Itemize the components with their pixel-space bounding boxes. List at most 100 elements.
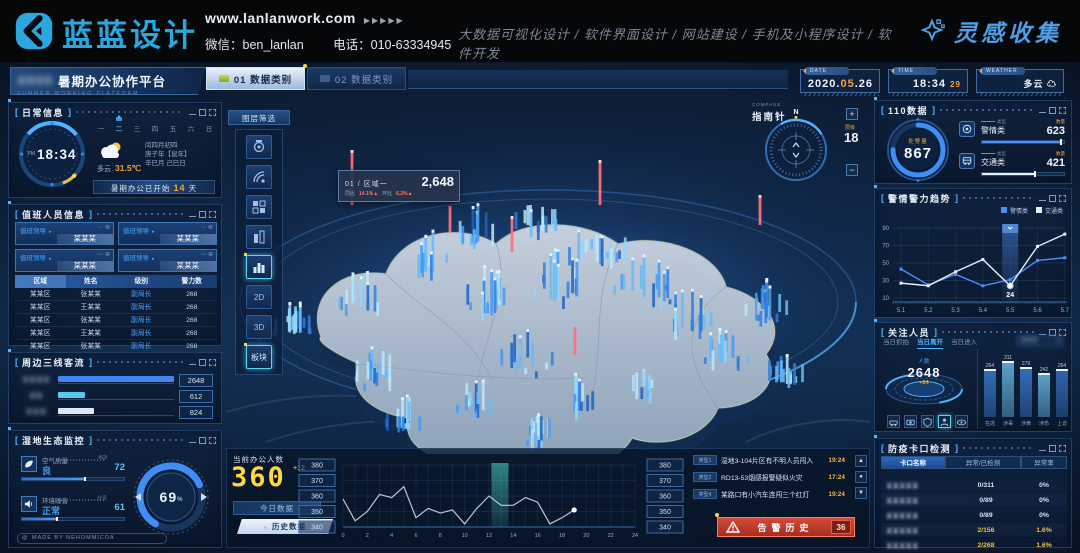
sparkle-icon bbox=[920, 18, 946, 44]
alert-row[interactable]: 类型4某路口有小汽车连闯三个红灯19:24 bbox=[693, 487, 845, 501]
traffic-bar bbox=[981, 172, 1065, 176]
top-banner: 蓝蓝设计 www.lanlanwork.com▶▶▶▶▶ 微信：ben_lanl… bbox=[0, 0, 1080, 62]
scroll-down-icon[interactable]: ▼ bbox=[855, 487, 867, 499]
eye-icon[interactable] bbox=[955, 415, 968, 428]
svg-text:360: 360 bbox=[659, 494, 671, 501]
car-icon[interactable] bbox=[887, 415, 900, 428]
checkpoint-header-0[interactable]: 卡口名称 bbox=[881, 456, 945, 469]
window-icon[interactable] bbox=[1049, 445, 1056, 452]
layer-button-3D[interactable]: 3D bbox=[246, 315, 272, 339]
minimize-icon[interactable] bbox=[189, 211, 196, 217]
alert-row[interactable]: 类型2RD13-53烟感报警疑似火灾17:24 bbox=[693, 470, 845, 484]
card-options-icon[interactable]: ⋯ ⊗ bbox=[200, 224, 213, 231]
minimize-icon[interactable] bbox=[1039, 329, 1046, 335]
minimize-icon[interactable] bbox=[189, 359, 196, 365]
layer-button-signal[interactable] bbox=[246, 165, 272, 189]
alert-type-badge: 类型1 bbox=[693, 455, 717, 465]
card-options-icon[interactable]: ⋯ ⊗ bbox=[97, 224, 110, 231]
minimize-icon[interactable] bbox=[189, 109, 196, 115]
minimize-icon[interactable] bbox=[1039, 445, 1046, 451]
window-icon[interactable] bbox=[1049, 195, 1056, 202]
scroll-dot-icon[interactable]: ● bbox=[855, 471, 867, 483]
svg-text:380: 380 bbox=[659, 463, 671, 470]
table-cell: 副局长 bbox=[116, 301, 167, 314]
person-icon[interactable] bbox=[938, 415, 951, 428]
expand-icon[interactable] bbox=[209, 437, 216, 444]
table-header-row: 区域姓名级别警力数 bbox=[15, 275, 217, 288]
checkpoint-header-1[interactable]: 异常/已检测 bbox=[945, 456, 1021, 469]
website-link[interactable]: www.lanlanwork.com bbox=[205, 10, 356, 26]
expand-icon[interactable] bbox=[1059, 195, 1066, 202]
office-count-value: 360 bbox=[231, 462, 286, 493]
flow-label: 某某某某 bbox=[19, 375, 53, 385]
window-icon[interactable] bbox=[199, 211, 206, 218]
shield-icon[interactable] bbox=[921, 415, 934, 428]
layer-button-camera[interactable] bbox=[246, 135, 272, 159]
window-controls bbox=[1039, 107, 1066, 114]
lanlan-logo-icon[interactable] bbox=[14, 11, 54, 51]
duty-leader-card[interactable]: 值班领导⋯ ⊗某某某 bbox=[15, 249, 114, 272]
logo-text[interactable]: 蓝蓝设计 bbox=[62, 10, 198, 55]
card-options-icon[interactable]: ⋯ ⊗ bbox=[200, 251, 213, 258]
bar: 279涉黄 bbox=[1020, 367, 1032, 417]
minimize-icon[interactable] bbox=[189, 437, 196, 443]
filter-dropdown[interactable]: 某某某 bbox=[1017, 336, 1063, 346]
table-row: 某某区张某某副局长268 bbox=[15, 314, 217, 327]
checkpoint-name: 某某某某某 bbox=[881, 510, 951, 520]
expand-icon[interactable] bbox=[1059, 107, 1066, 114]
svg-text:5.1: 5.1 bbox=[897, 308, 906, 314]
collect-block[interactable]: 灵感收集 bbox=[920, 14, 1062, 48]
layer-button-板块[interactable]: 板块 bbox=[246, 345, 272, 369]
compass-dial[interactable]: N bbox=[748, 104, 838, 194]
checkpoint-header-2[interactable]: 异常率 bbox=[1021, 456, 1067, 469]
bar-category: 涉毒 bbox=[1000, 420, 1016, 427]
duty-name: 某某某 bbox=[160, 234, 216, 244]
checkpoint-rate: 0% bbox=[1021, 482, 1067, 489]
week-row: 一二三四五六日 bbox=[95, 115, 215, 133]
checkpoint-name: 某某某某某 bbox=[881, 480, 951, 490]
alert-row[interactable]: 类型1湿地3-104片区有不明人员闯入19:24 bbox=[693, 453, 845, 467]
layer-button-grid[interactable] bbox=[246, 195, 272, 219]
expand-icon[interactable] bbox=[209, 211, 216, 218]
window-icon[interactable] bbox=[1049, 329, 1056, 336]
table-cell: 268 bbox=[167, 288, 218, 301]
tooltip-region: 01 / 区域一 bbox=[345, 179, 388, 189]
scroll-up-icon[interactable]: ▲ bbox=[855, 455, 867, 467]
zoom-out-button[interactable]: − bbox=[846, 164, 858, 176]
expand-icon[interactable] bbox=[209, 359, 216, 366]
flow-bar bbox=[58, 408, 94, 414]
tab-data-category-1[interactable]: 01 数据类别 bbox=[206, 67, 305, 90]
gauge-110-value: 处警量 867 bbox=[885, 117, 951, 181]
focus-tab-2[interactable]: 当日进入 bbox=[951, 336, 977, 349]
bus-icon bbox=[959, 153, 975, 169]
alert-history-button[interactable]: 告警历史 36 bbox=[717, 517, 855, 537]
window-controls bbox=[1039, 329, 1066, 336]
window-icon[interactable] bbox=[199, 359, 206, 366]
north-label: N bbox=[793, 109, 798, 116]
duty-leader-card[interactable]: 值班领导⋯ ⊗某某某 bbox=[118, 222, 217, 245]
duty-leader-card[interactable]: 值班领导⋯ ⊗某某某 bbox=[118, 249, 217, 272]
minimize-icon[interactable] bbox=[1039, 195, 1046, 201]
focus-bar-chart: 264在逃311涉毒279涉黄242涉恐264上访 bbox=[977, 349, 1069, 429]
window-icon[interactable] bbox=[1049, 107, 1056, 114]
minimize-icon[interactable] bbox=[1039, 107, 1046, 113]
svg-text:20: 20 bbox=[583, 533, 589, 539]
card-options-icon[interactable]: ⋯ ⊗ bbox=[97, 251, 110, 258]
wechat-label: 微信：ben_lanlan bbox=[205, 38, 304, 52]
expand-icon[interactable] bbox=[1059, 329, 1066, 336]
layer-button-2D[interactable]: 2D bbox=[246, 285, 272, 309]
focus-tab-0[interactable]: 当日抓拍 bbox=[883, 336, 909, 349]
camera-icon[interactable] bbox=[904, 415, 917, 428]
expand-icon[interactable] bbox=[1059, 445, 1066, 452]
layer-button-chart[interactable] bbox=[246, 255, 272, 279]
alert-text: RD13-53烟感报警疑似火灾 bbox=[721, 472, 824, 482]
focus-tab-1[interactable]: 当日离开 bbox=[917, 336, 943, 349]
zoom-in-button[interactable]: + bbox=[846, 108, 858, 120]
panel-title: 周边三线客流 bbox=[22, 356, 85, 369]
duty-leader-card[interactable]: 值班领导⋯ ⊗某某某 bbox=[15, 222, 114, 245]
flow-track bbox=[58, 376, 174, 384]
tab-data-category-2[interactable]: 02 数据类别 bbox=[307, 67, 406, 90]
window-icon[interactable] bbox=[199, 437, 206, 444]
layer-button-building[interactable] bbox=[246, 225, 272, 249]
checkpoint-detect: 2/268 bbox=[951, 542, 1021, 549]
